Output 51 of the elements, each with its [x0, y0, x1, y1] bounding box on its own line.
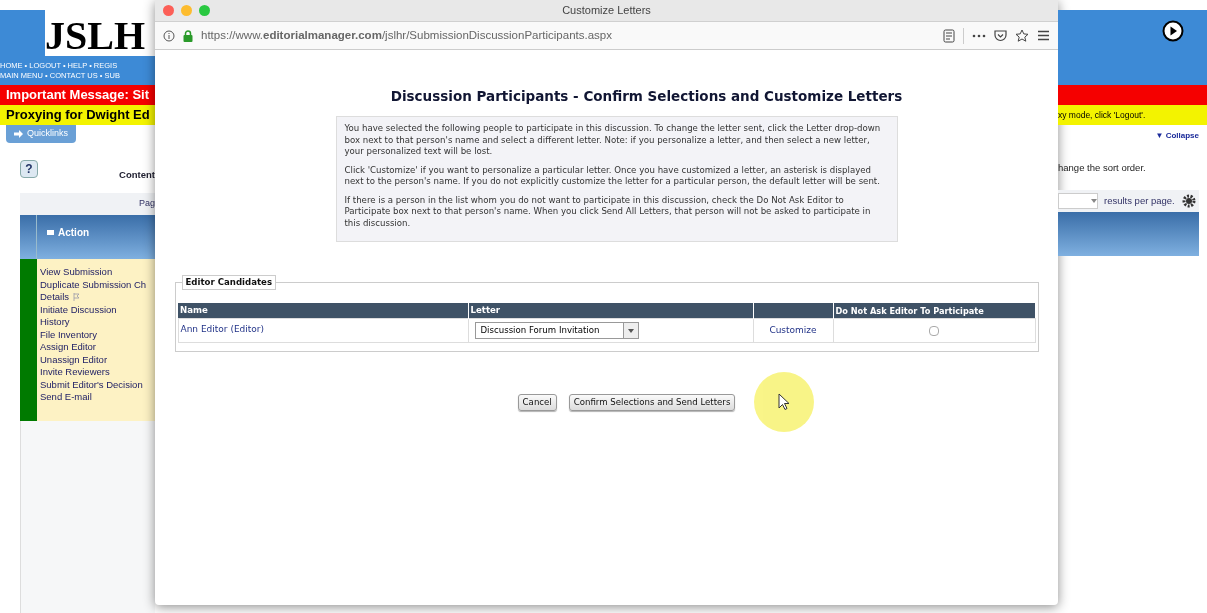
action-link[interactable]: Send E-mail — [40, 391, 92, 404]
editor-name-link[interactable]: Ann Editor (Editor) — [180, 324, 265, 335]
info-icon[interactable] — [163, 29, 175, 42]
action-link[interactable]: File Inventory — [40, 328, 98, 341]
pointer-icon — [778, 393, 790, 411]
instruction-paragraph: If there is a person in the list whom you do not want to participate in this discussion, check the Do Not Ask Editor to Participate box next to that person's name. When you click Send All Letters, that person will not be asked to participate in this discussion. — [344, 194, 872, 230]
action-link[interactable]: Details — [40, 291, 70, 304]
arrow-icon — [14, 130, 23, 138]
close-icon[interactable] — [163, 5, 174, 16]
instruction-paragraph: Click 'Customize' if you want to personalize a particular letter. Once you have customized a letter, an asterisk is displayed next to the person's name. If you do not explicitly customize the letter for a particular person, the default letter will be sent. — [344, 164, 881, 188]
action-link[interactable]: View Submission — [40, 266, 113, 279]
action-link[interactable]: Invite Reviewers — [40, 366, 110, 379]
content-heading: Content — [119, 167, 155, 182]
star-icon[interactable] — [1015, 28, 1029, 43]
action-link[interactable]: Submit Editor's Decision — [40, 378, 143, 391]
caret-icon — [627, 328, 634, 333]
action-link[interactable]: Assign Editor — [40, 341, 96, 354]
pocket-icon[interactable] — [994, 29, 1007, 42]
settings-icon[interactable] — [1180, 193, 1197, 209]
action-link[interactable]: Initiate Discussion — [40, 303, 117, 316]
menu-icon[interactable] — [1037, 30, 1050, 41]
play-icon[interactable] — [1162, 20, 1184, 42]
important-message: Important Message: Sit — [5, 86, 150, 105]
action-link[interactable]: Unassign Editor — [40, 353, 108, 366]
action-link[interactable]: History — [40, 316, 70, 329]
letter-select[interactable]: Discussion Forum Invitation — [474, 322, 639, 340]
more-icon[interactable] — [972, 33, 986, 38]
collapse-link[interactable]: ▼ Collapse — [1155, 130, 1199, 142]
do-not-ask-checkbox[interactable] — [929, 325, 939, 336]
sort-hint: hange the sort order. — [1058, 161, 1146, 176]
journal-logo: JSLH — [45, 16, 146, 56]
confirm-button[interactable]: Confirm Selections and Send Letters — [568, 394, 736, 412]
group-legend: Editor Candidates — [181, 275, 277, 291]
proxy-message: Proxying for Dwight Ed — [5, 106, 150, 125]
help-button[interactable]: ? — [20, 160, 38, 178]
reader-icon[interactable] — [943, 28, 955, 43]
instruction-paragraph: You have selected the following people to participate in this discussion. To change the letter sent, click the Letter drop-down box next to that person's name and select a different letter. Note: if you personalize a letter, and then select a new letter, your personalized text will be lost. — [344, 123, 882, 158]
customize-link[interactable]: Customize — [769, 324, 817, 335]
column-header: Do Not Ask Editor To Participate — [833, 303, 1035, 319]
action-column-header: Action — [58, 226, 90, 240]
action-link[interactable]: Duplicate Submission Ch — [40, 278, 147, 291]
caret-icon[interactable] — [1091, 199, 1097, 203]
pager-label: Pag — [139, 197, 155, 211]
column-header: Name — [178, 303, 468, 319]
window-title: Customize Letters — [562, 3, 651, 19]
column-header: Letter — [468, 303, 753, 319]
page-heading: Discussion Participants - Confirm Selections and Customize Letters — [390, 87, 903, 106]
cancel-button[interactable]: Cancel — [517, 394, 557, 412]
lock-icon — [183, 29, 193, 42]
results-per-page-label: results per page. — [1104, 193, 1175, 208]
proxy-message: xy mode, click 'Logout'. — [1058, 108, 1146, 122]
